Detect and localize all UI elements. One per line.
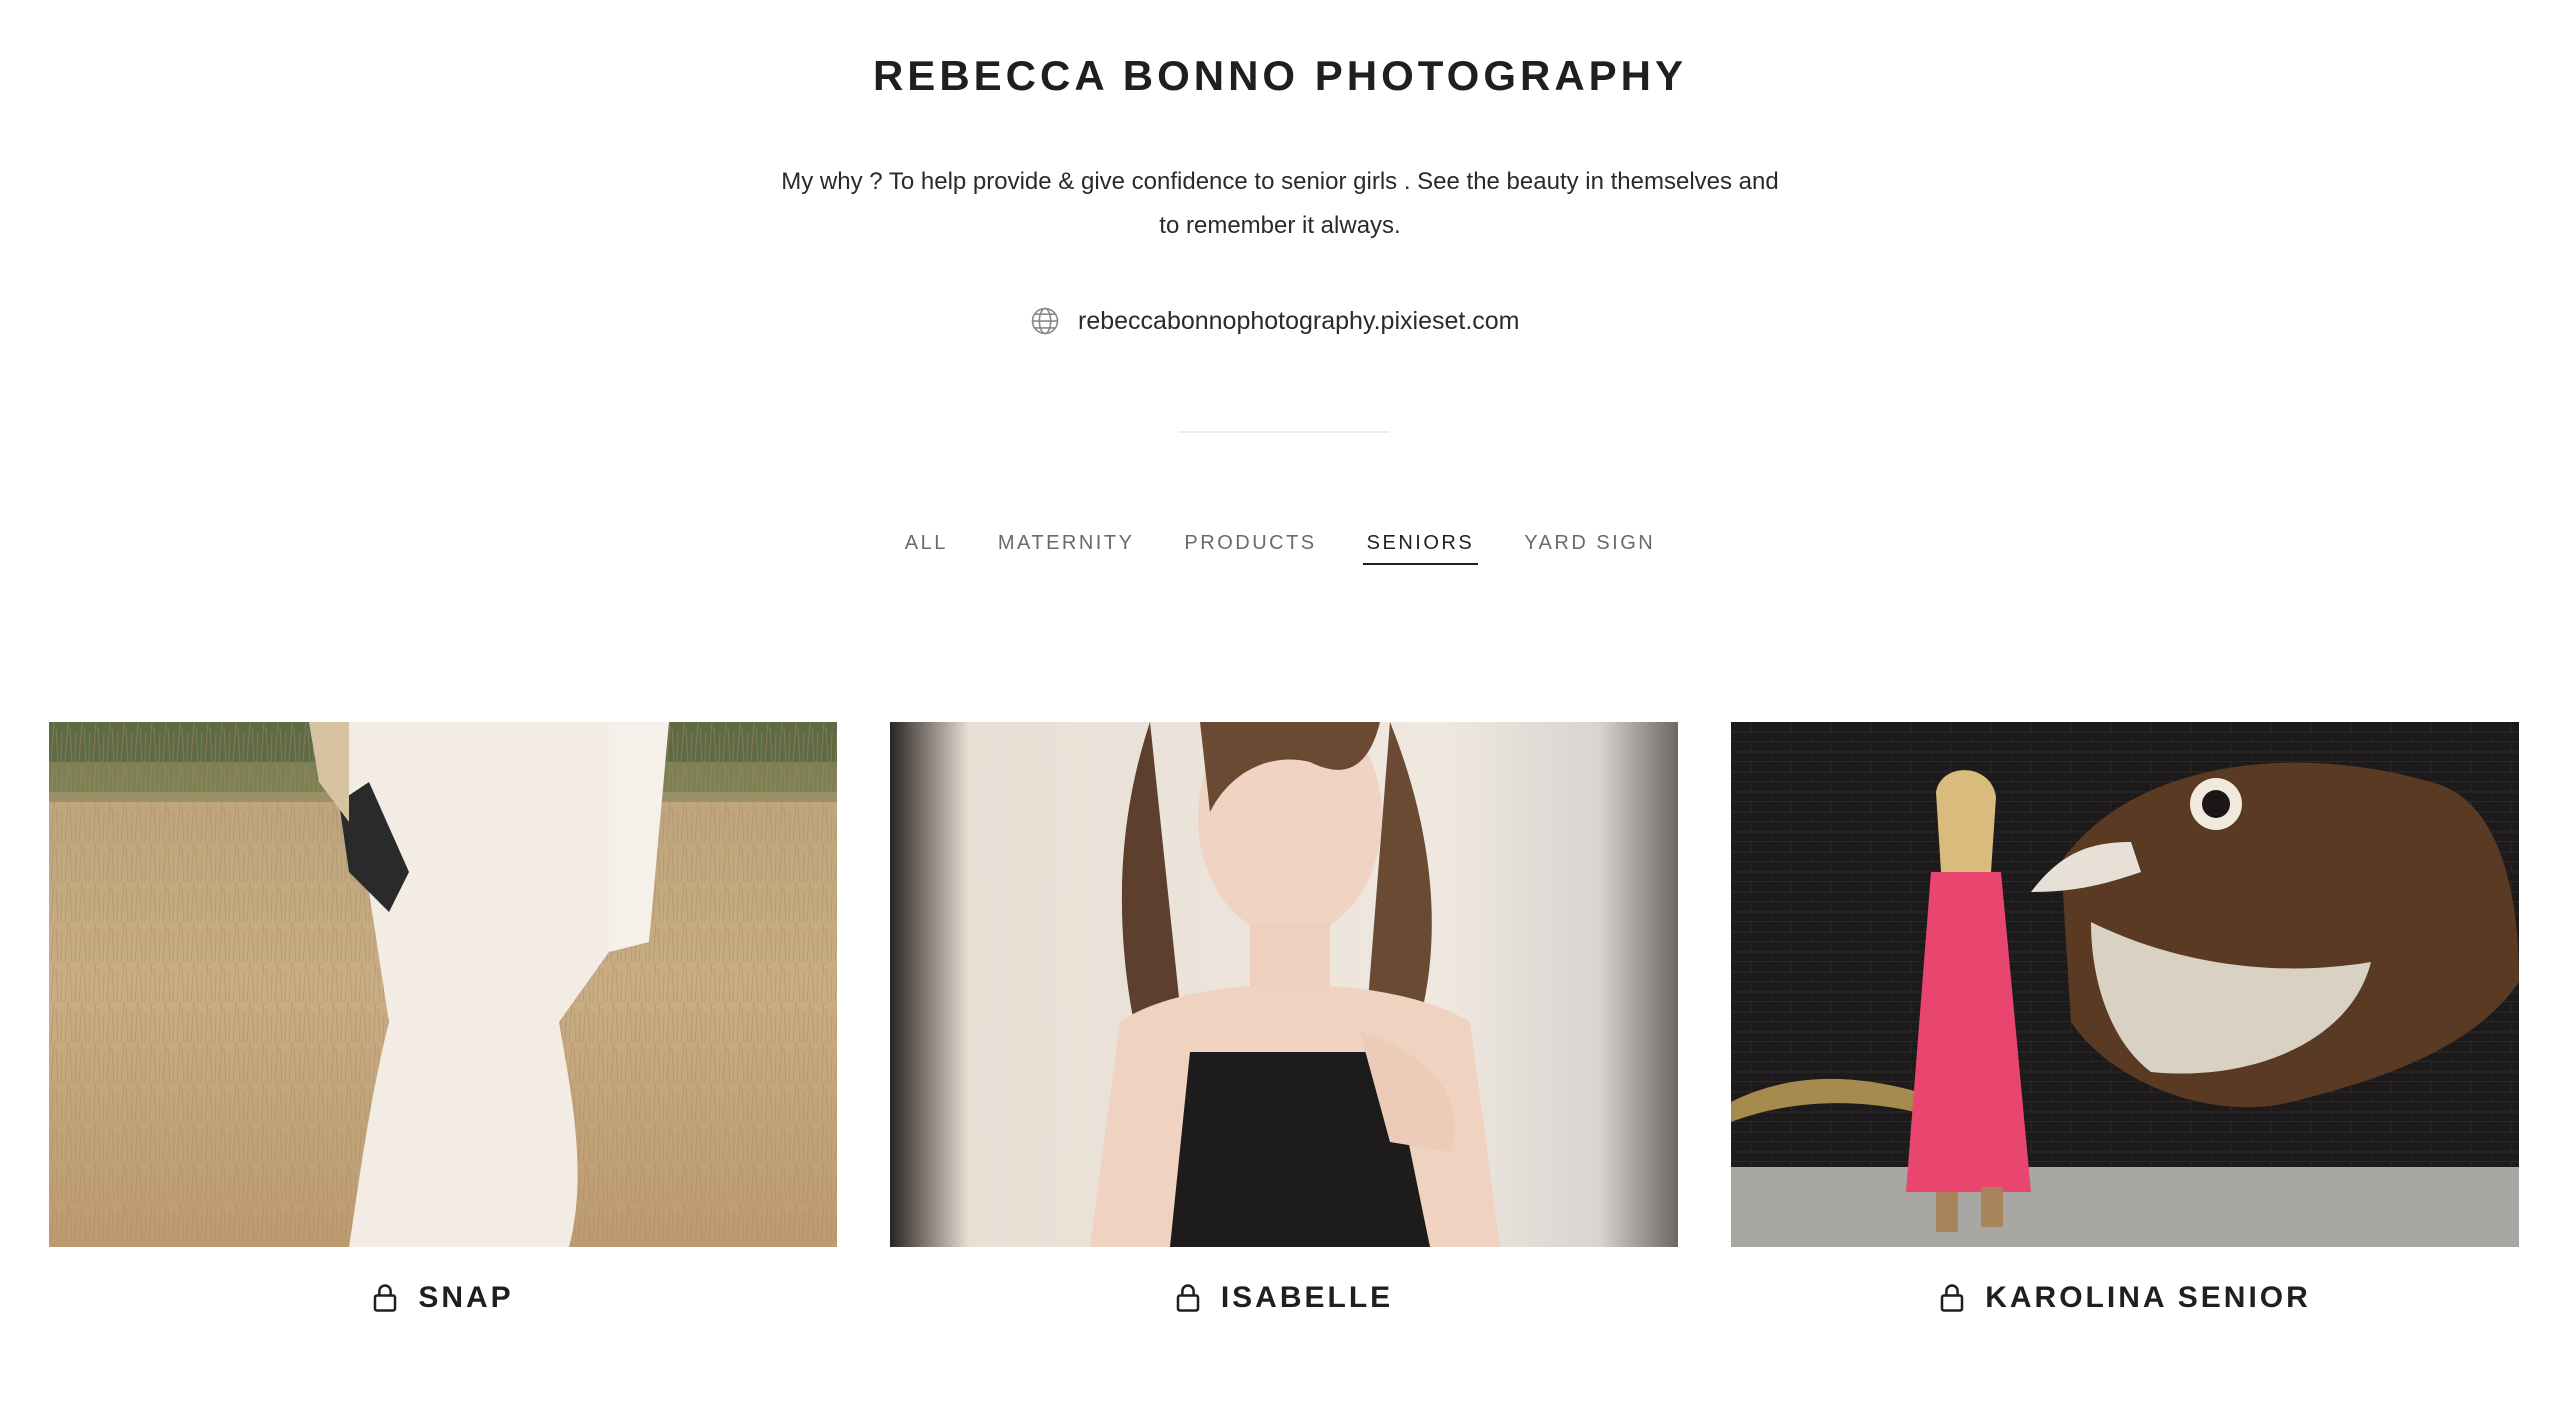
gallery-cover-photo[interactable] <box>1731 722 2519 1247</box>
gallery-grid: SNAP ISABELLE KAROLINA SENIOR <box>49 722 2519 1315</box>
lock-icon <box>1940 1284 1964 1312</box>
tab-seniors[interactable]: SENIORS <box>1362 530 1479 565</box>
gallery-card-karolina-senior[interactable]: KAROLINA SENIOR <box>1731 722 2519 1315</box>
tab-products[interactable]: PRODUCTS <box>1180 530 1320 565</box>
gallery-caption: KAROLINA SENIOR <box>1731 1281 2519 1315</box>
gallery-caption: ISABELLE <box>890 1281 1678 1315</box>
gallery-caption: SNAP <box>49 1281 837 1315</box>
gallery-cover-photo[interactable] <box>890 722 1678 1247</box>
gallery-title: ISABELLE <box>1220 1281 1394 1314</box>
website-link[interactable]: rebeccabonnophotography.pixieset.com <box>1030 303 1520 339</box>
gallery-title: SNAP <box>418 1281 514 1314</box>
page-title: REBECCA BONNO PHOTOGRAPHY <box>872 52 1688 99</box>
gallery-card-snap[interactable]: SNAP <box>49 722 837 1315</box>
category-nav: ALL MATERNITY PRODUCTS SENIORS YARD SIGN <box>0 530 2560 565</box>
gallery-card-isabelle[interactable]: ISABELLE <box>890 722 1678 1315</box>
lock-icon <box>374 1284 397 1312</box>
globe-icon <box>1031 307 1059 335</box>
website-url: rebeccabonnophotography.pixieset.com <box>1078 306 1520 335</box>
site-description: My why ? To help provide & give confiden… <box>781 168 1779 239</box>
lock-icon <box>1176 1284 1200 1312</box>
gallery-cover-photo[interactable] <box>49 722 837 1247</box>
header-divider <box>1178 431 1390 433</box>
tab-yard-sign[interactable]: YARD SIGN <box>1520 530 1659 565</box>
tab-maternity[interactable]: MATERNITY <box>994 530 1139 565</box>
tab-all[interactable]: ALL <box>901 530 952 565</box>
gallery-title: KAROLINA SENIOR <box>1985 1281 2311 1314</box>
